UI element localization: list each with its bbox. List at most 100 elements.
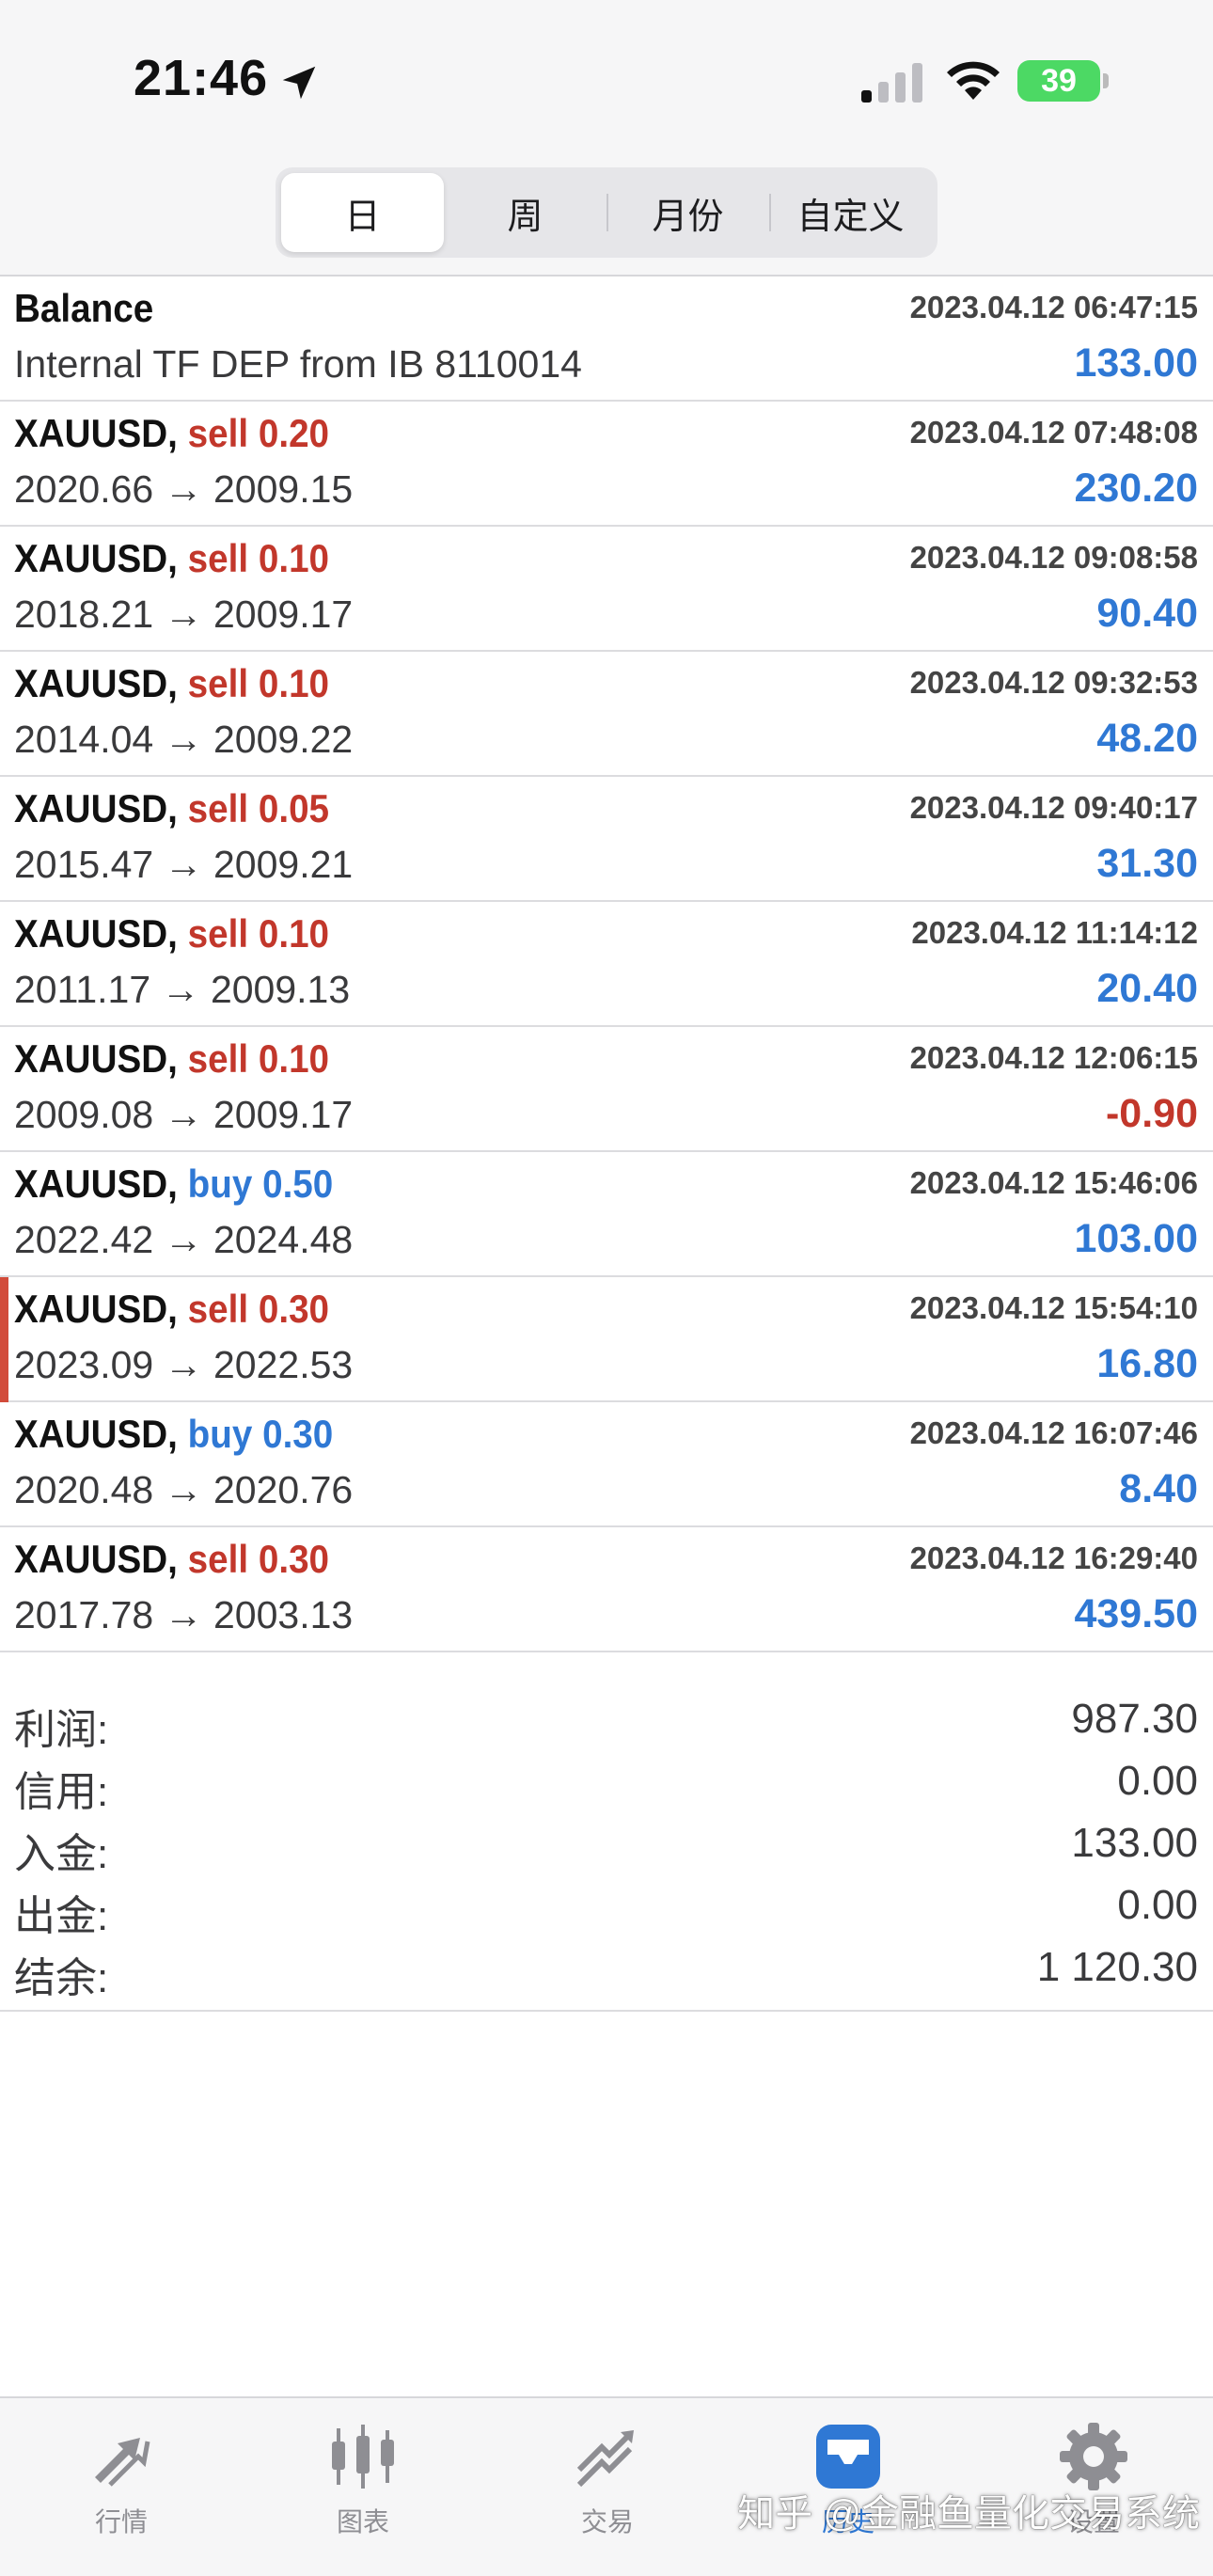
deal-volume: 0.10 [258,536,330,580]
summary-label: 结余: [14,1955,109,2001]
period-tab-month[interactable]: 月份 [606,173,769,252]
deal-side: sell [187,661,249,705]
period-tab-week[interactable]: 周 [444,173,606,252]
deal-profit: 230.20 [1074,466,1198,511]
deal-profit: 48.20 [1096,716,1198,761]
deal-profit: -0.90 [1105,1091,1198,1136]
deal-prices: 2023.09 → 2022.53 [14,1343,354,1386]
status-bar: 21:46 39 [0,0,1213,160]
deal-row[interactable]: XAUUSD, sell 0.10 2023.04.12 11:14:12 20… [0,902,1213,1027]
deal-datetime: 2023.04.12 09:40:17 [909,790,1198,825]
deal-symbol: XAUUSD, buy 0.30 [14,1412,334,1456]
summary-row-credit: 信用: 0.00 [0,1752,1213,1815]
screen: 21:46 39 日 周 月份 自定义 Balance 2023.04.12 0… [0,0,1213,2576]
deal-side: sell [187,411,249,455]
deal-row[interactable]: XAUUSD, sell 0.20 2023.04.12 07:48:08 20… [0,402,1213,527]
deal-profit: 16.80 [1096,1341,1198,1386]
deal-prices: 2015.47 → 2009.21 [14,843,354,886]
deal-volume: 0.10 [258,911,330,956]
tab-trade-label: 交易 [580,2507,634,2536]
deal-volume: 0.30 [258,1537,330,1581]
summary-row-withdrawal: 出金: 0.00 [0,1876,1213,1939]
summary-value: 0.00 [1117,1882,1198,1928]
history-header: 日 周 月份 自定义 [0,160,1213,277]
summary-value: 133.00 [1071,1820,1198,1866]
tab-trade[interactable]: 交易 [532,2417,683,2549]
period-tab-custom[interactable]: 自定义 [769,173,932,252]
deal-symbol: XAUUSD, sell 0.10 [14,536,330,580]
period-tab-day[interactable]: 日 [281,173,444,252]
deal-symbol: XAUUSD, sell 0.30 [14,1287,330,1331]
deal-volume: 0.30 [262,1412,334,1456]
deal-side: buy [187,1412,253,1456]
deal-datetime: 2023.04.12 07:48:08 [909,415,1198,450]
deal-row-selected[interactable]: XAUUSD, sell 0.30 2023.04.12 15:54:10 20… [0,1277,1213,1402]
deal-row[interactable]: Balance 2023.04.12 06:47:15 Internal TF … [0,277,1213,402]
deal-detail: Internal TF DEP from IB 8110014 [14,342,582,386]
summary-label: 利润: [14,1707,109,1753]
deal-datetime: 2023.04.12 11:14:12 [911,915,1198,950]
deal-volume: 0.50 [262,1162,334,1206]
quotes-arrows-icon [95,2438,150,2487]
deal-volume: 0.05 [258,786,330,830]
battery-tip [1103,73,1109,88]
deal-profit: 90.40 [1096,591,1198,636]
deal-prices: 2020.48 → 2020.76 [14,1468,354,1511]
watermark: 知乎 @金融鱼量化交易系统 [737,2493,1200,2535]
candlestick-chart-icon [332,2425,394,2489]
deal-side: buy [187,1162,253,1206]
deal-datetime: 2023.04.12 16:29:40 [909,1541,1198,1575]
location-arrow-icon [282,66,316,100]
deal-profit: 103.00 [1074,1216,1198,1261]
deal-profit: 439.50 [1074,1591,1198,1636]
summary-row-balance: 结余: 1 120.30 [0,1938,1213,2001]
battery-level: 39 [1041,62,1077,99]
summary-label: 入金: [14,1831,109,1877]
summary-label: 出金: [14,1893,109,1939]
deal-profit: 8.40 [1119,1466,1198,1511]
deal-prices: 2009.08 → 2009.17 [14,1093,354,1136]
deal-datetime: 2023.04.12 15:46:06 [909,1165,1198,1200]
summary-value: 987.30 [1071,1696,1198,1742]
deal-row[interactable]: XAUUSD, sell 0.05 2023.04.12 09:40:17 20… [0,777,1213,902]
deal-row[interactable]: XAUUSD, sell 0.10 2023.04.12 12:06:15 20… [0,1027,1213,1152]
deal-profit: 133.00 [1074,340,1198,386]
deal-datetime: 2023.04.12 09:08:58 [909,540,1198,575]
deal-symbol: XAUUSD, sell 0.10 [14,1036,330,1081]
deal-prices: 2022.42 → 2024.48 [14,1218,354,1261]
deal-side: sell [187,911,249,956]
status-time: 21:46 [134,50,269,106]
deal-volume: 0.10 [258,661,330,705]
tab-charts[interactable]: 图表 [288,2417,438,2549]
deal-volume: 0.30 [258,1287,330,1331]
deal-row[interactable]: XAUUSD, buy 0.30 2023.04.12 16:07:46 202… [0,1402,1213,1527]
deal-row[interactable]: XAUUSD, sell 0.30 2023.04.12 16:29:40 20… [0,1527,1213,1652]
deal-prices: 2011.17 → 2009.13 [14,968,351,1011]
battery-indicator: 39 [1017,60,1100,102]
deal-side: sell [187,536,249,580]
tab-quotes[interactable]: 行情 [46,2417,197,2549]
deal-datetime: 2023.04.12 09:32:53 [909,665,1198,700]
deal-profit: 20.40 [1096,966,1198,1011]
deal-prices: 2018.21 → 2009.17 [14,593,354,636]
summary-section: 利润: 987.30 信用: 0.00 入金: 133.00 出金: 0.00 … [0,1690,1213,2012]
tab-quotes-label: 行情 [94,2507,148,2536]
deal-symbol: XAUUSD, sell 0.10 [14,911,330,956]
deal-prices: 2020.66 → 2009.15 [14,467,354,511]
deal-volume: 0.20 [258,411,330,455]
trade-trend-icon [576,2430,634,2488]
summary-row-profit: 利润: 987.30 [0,1690,1213,1753]
deal-row[interactable]: XAUUSD, buy 0.50 2023.04.12 15:46:06 202… [0,1152,1213,1277]
deal-symbol: XAUUSD, sell 0.20 [14,411,330,455]
deal-row[interactable]: XAUUSD, sell 0.10 2023.04.12 09:08:58 20… [0,527,1213,652]
deal-side: sell [187,786,249,830]
deal-list: Balance 2023.04.12 06:47:15 Internal TF … [0,277,1213,1652]
deal-datetime: 2023.04.12 16:07:46 [909,1415,1198,1450]
summary-row-deposit: 入金: 133.00 [0,1814,1213,1877]
deal-symbol: XAUUSD, sell 0.30 [14,1537,330,1581]
wifi-icon [947,61,1000,100]
deal-row[interactable]: XAUUSD, sell 0.10 2023.04.12 09:32:53 20… [0,652,1213,777]
deal-volume: 0.10 [258,1036,330,1081]
tab-charts-label: 图表 [336,2507,389,2536]
summary-value: 0.00 [1117,1758,1198,1804]
